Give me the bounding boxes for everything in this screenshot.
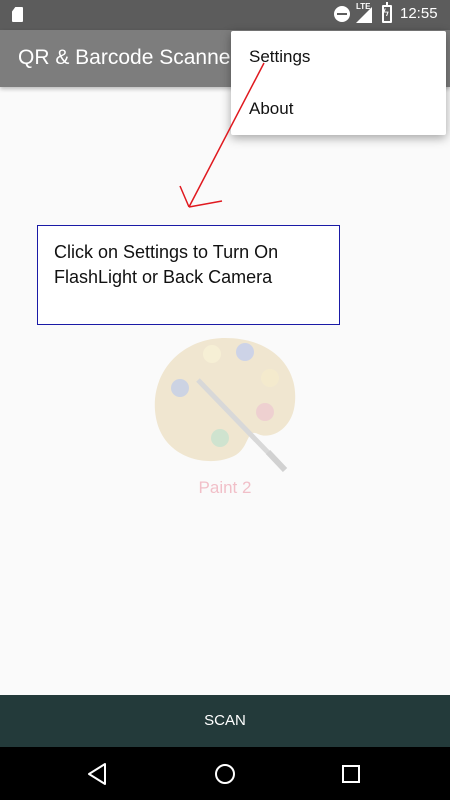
settings-hint-box: Click on Settings to Turn On FlashLight … — [37, 225, 340, 325]
battery-charging-icon — [382, 2, 392, 23]
paint-palette-icon — [154, 338, 296, 473]
overflow-menu: Settings About — [231, 31, 446, 135]
menu-item-settings[interactable]: Settings — [231, 31, 446, 83]
app-title: QR & Barcode Scanne — [18, 46, 231, 69]
menu-item-about[interactable]: About — [231, 83, 446, 135]
placeholder-label: Paint 2 — [198, 478, 252, 497]
scan-button-label: SCAN — [204, 712, 246, 729]
navigation-bar — [0, 747, 450, 800]
home-icon[interactable] — [210, 759, 240, 789]
sd-card-icon — [12, 7, 23, 22]
scan-button[interactable]: SCAN — [0, 695, 450, 747]
status-bar: LTE 12:55 — [0, 0, 450, 30]
recents-icon[interactable] — [336, 759, 366, 789]
lte-signal-icon — [356, 7, 372, 23]
clock: 12:55 — [400, 5, 438, 22]
back-icon[interactable] — [83, 759, 113, 789]
do-not-disturb-icon — [334, 6, 350, 22]
